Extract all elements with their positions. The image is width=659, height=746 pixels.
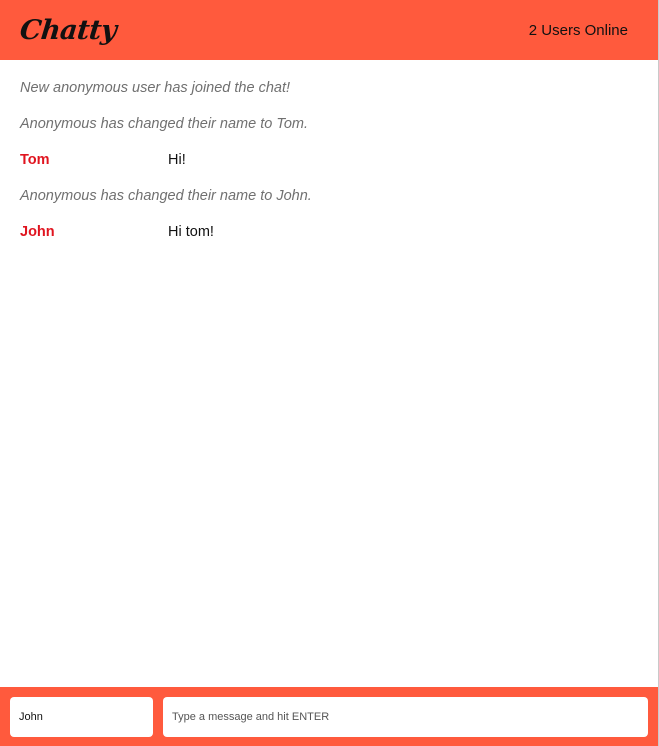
navbar: Chatty 2 Users Online xyxy=(0,0,658,60)
message-username: John xyxy=(20,224,55,240)
system-message: Anonymous has changed their name to Tom. xyxy=(20,116,309,132)
message-username: Tom xyxy=(20,152,50,168)
message-input[interactable] xyxy=(163,696,648,737)
online-users-count: 2 Users Online xyxy=(528,21,628,39)
chat-bar xyxy=(0,687,658,746)
system-message: New anonymous user has joined the chat! xyxy=(20,80,291,96)
message-list: New anonymous user has joined the chat! … xyxy=(0,60,658,687)
chat-message: Tom Hi! xyxy=(20,150,638,186)
chat-message: John Hi tom! xyxy=(20,222,638,258)
chat-app: Chatty 2 Users Online New anonymous user… xyxy=(0,0,659,746)
username-input[interactable] xyxy=(10,696,153,737)
message-content: Hi tom! xyxy=(168,224,214,240)
message-content: Hi! xyxy=(168,152,186,168)
brand-logo[interactable]: Chatty xyxy=(18,15,118,46)
system-message: Anonymous has changed their name to John… xyxy=(20,188,312,204)
